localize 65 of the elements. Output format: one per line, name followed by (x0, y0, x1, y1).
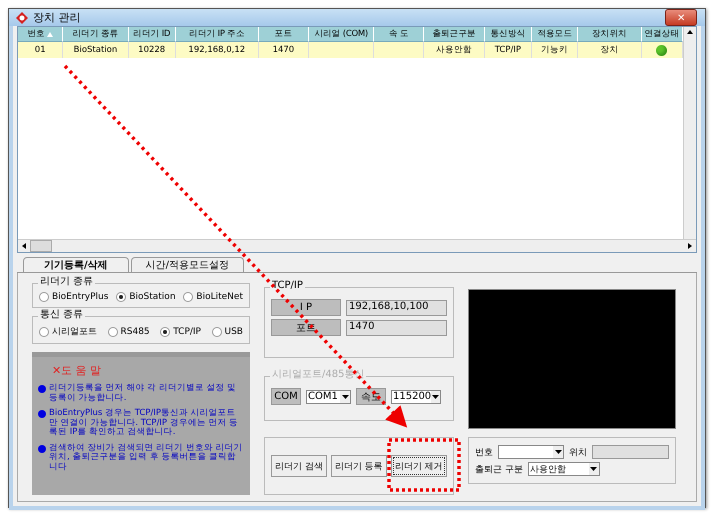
ip-button[interactable]: I P (271, 299, 341, 316)
radio-label[interactable]: TCP/IP (173, 326, 201, 336)
field-label: 위치 (569, 446, 587, 458)
number-dropdown[interactable] (498, 445, 564, 459)
type-dropdown[interactable]: 사용안함 (528, 462, 600, 476)
radio-button[interactable] (108, 326, 118, 336)
column-header[interactable]: 포트 (258, 27, 310, 42)
radio-button[interactable] (183, 292, 194, 302)
column-header[interactable]: 적용모드 (532, 27, 578, 42)
table-cell: TCP/IP (484, 42, 532, 58)
table-cell: 장치 (578, 42, 642, 58)
bullet-icon (38, 444, 46, 452)
group-title: 리더기 종류 (38, 276, 96, 288)
scroll-thumb[interactable] (30, 240, 52, 252)
table-cell: 192,168,0,12 (176, 42, 259, 58)
radio-label[interactable]: BioEntryPlus (52, 292, 108, 302)
radio-label[interactable]: BioStation (129, 292, 176, 302)
help-text: 검색하여 장비가 검색되면 리더기 번호와 리더기 위치, 출퇴근구분을 입력 후 등록버튼을 클릭합니다 (49, 444, 244, 472)
bullet-icon (38, 410, 46, 418)
vertical-scrollbar[interactable] (683, 27, 696, 239)
table-cell: 01 (18, 42, 64, 58)
radio-button[interactable] (39, 292, 49, 302)
table-cell: 기능키 (532, 42, 578, 58)
close-button[interactable]: ✕ (665, 9, 697, 26)
tab[interactable]: 기기등록/삭제 (23, 257, 129, 272)
column-header[interactable]: 장치위치 (578, 27, 642, 42)
column-header[interactable]: 리더기 IP 주소 (176, 27, 259, 42)
column-header[interactable]: 통신방식 (484, 27, 532, 42)
table-cell: BioStation (63, 42, 128, 58)
radio-label[interactable]: BioLiteNet (196, 292, 243, 302)
window-title: 장치 관리 (33, 10, 82, 25)
tab[interactable]: 시간/적용모드설정 (130, 257, 244, 272)
action-button[interactable]: 리더기 검색 (271, 455, 327, 477)
radio-button[interactable] (39, 326, 49, 336)
horizontal-scrollbar[interactable] (18, 239, 696, 252)
radio-label[interactable]: 시리얼포트 (52, 325, 97, 338)
group-title: 통신 종류 (38, 309, 86, 321)
column-header[interactable]: 속 도 (374, 27, 424, 42)
field-label: 출퇴근 구분 (475, 464, 523, 476)
ip-field[interactable]: 192,168,10,100 (346, 300, 447, 316)
column-header[interactable]: 리더기 ID (128, 27, 176, 42)
table-cell: 1470 (258, 42, 310, 58)
help-title: ✕도 움 말 (51, 363, 102, 378)
radio-button[interactable] (160, 326, 170, 336)
column-header[interactable]: 시리얼 (COM) (309, 27, 374, 42)
radio-label[interactable]: RS485 (120, 326, 150, 336)
location-field[interactable] (592, 445, 669, 459)
field-label: 번호 (475, 446, 493, 458)
help-text: BioEntryPlus 경우는 TCP/IP통신과 시리얼포트만 연결이 가능합니다. TCP/IP 경우에는 먼저 등록된 IP를 확인하고 검색합니다. (49, 409, 240, 438)
table-cell: 10228 (128, 42, 176, 58)
help-text: 리더기등록을 먼저 해야 각 리더기별로 설정 및 등록이 가능합니다. (49, 384, 238, 403)
column-header[interactable]: 출퇴근구분 (424, 27, 485, 42)
action-button[interactable]: 리더기 등록 (330, 455, 387, 477)
radio-button[interactable] (116, 292, 126, 302)
port-field[interactable]: 1470 (346, 320, 447, 336)
action-button[interactable]: 리더기 제거 (390, 455, 447, 477)
app-icon (15, 10, 29, 24)
column-header[interactable]: 리더기 종류 (63, 27, 128, 42)
column-header[interactable]: 연결상태 (642, 27, 683, 42)
table-cell: 사용안함 (424, 42, 485, 58)
radio-button[interactable] (212, 326, 222, 336)
table-row[interactable]: 01 BioStation 10228 192,168,0,12 1470 사용안함 TCP/IP 기능키 장치 (18, 42, 683, 58)
column-header[interactable]: 번호 (18, 27, 64, 42)
radio-label[interactable]: USB (224, 326, 243, 336)
bullet-icon (38, 385, 46, 393)
